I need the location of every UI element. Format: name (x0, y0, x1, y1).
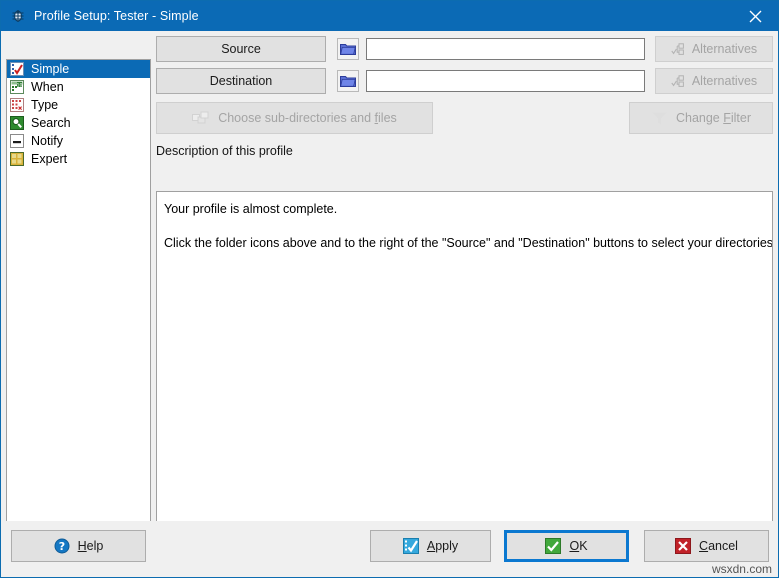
watermark: wsxdn.com (711, 562, 772, 576)
destination-button-label: Destination (209, 74, 273, 88)
sidebar-item-label: When (31, 80, 64, 94)
dialog-footer: ? Help Apply OK Cancel wsxdn.com (1, 521, 778, 577)
sidebar-item-simple[interactable]: Simple (7, 60, 150, 78)
destination-button[interactable]: Destination (156, 68, 326, 94)
destination-path-input[interactable] (366, 70, 645, 92)
profile-setup-window: Profile Setup: Tester - Simple Simple 10… (0, 0, 779, 578)
window-title: Profile Setup: Tester - Simple (34, 9, 199, 23)
choose-subdirectories-button[interactable]: Choose sub-directories and files (156, 102, 433, 134)
sidebar-item-label: Type (31, 98, 59, 112)
description-panel: Your profile is almost complete. Click t… (156, 191, 773, 553)
apply-icon (402, 538, 419, 554)
title-bar: Profile Setup: Tester - Simple (1, 1, 778, 31)
destination-alternatives-button[interactable]: Alternatives (655, 68, 773, 94)
description-label: Description of this profile (156, 144, 293, 158)
sidebar-item-type[interactable]: Type (7, 96, 150, 114)
apply-button[interactable]: Apply (370, 530, 491, 562)
main-content: Source Alternatives Destination Alternat… (156, 36, 773, 553)
source-folder-button[interactable] (337, 38, 359, 60)
destination-folder-button[interactable] (337, 70, 359, 92)
change-filter-label: Change Filter (675, 111, 752, 125)
funnel-icon (651, 111, 668, 126)
apply-label: Apply (426, 539, 459, 553)
alternatives-icon (671, 74, 686, 88)
change-filter-button[interactable]: Change Filter (629, 102, 773, 134)
expert-grid-icon (10, 152, 24, 166)
source-button[interactable]: Source (156, 36, 326, 62)
sidebar-item-label: Search (31, 116, 71, 130)
source-path-input[interactable] (366, 38, 645, 60)
calendar-icon: 10 (10, 80, 24, 94)
close-icon[interactable] (732, 1, 778, 31)
category-list[interactable]: Simple 10 When Type Search Notify Expert (6, 59, 151, 553)
description-line-1: Your profile is almost complete. (164, 202, 338, 216)
help-label: Help (77, 539, 104, 553)
cancel-button[interactable]: Cancel (644, 530, 769, 562)
cancel-label: Cancel (699, 539, 738, 553)
cancel-x-icon (675, 538, 692, 554)
help-icon: ? (54, 538, 70, 554)
sidebar-item-search[interactable]: Search (7, 114, 150, 132)
source-row: Source Alternatives (156, 36, 773, 62)
choose-filter-row: Choose sub-directories and files Change … (156, 102, 773, 134)
magnifier-icon (10, 116, 24, 130)
help-button[interactable]: ? Help (11, 530, 146, 562)
bug-icon (10, 8, 26, 24)
ok-button[interactable]: OK (504, 530, 629, 562)
destination-row: Destination Alternatives (156, 68, 773, 94)
ok-check-icon (545, 538, 562, 554)
type-grid-icon (10, 98, 24, 112)
simple-icon (10, 62, 24, 76)
sidebar-item-expert[interactable]: Expert (7, 150, 150, 168)
dialog-body: Simple 10 When Type Search Notify Expert… (1, 31, 778, 553)
ok-label: OK (569, 539, 588, 553)
source-alternatives-label: Alternatives (691, 42, 758, 56)
notify-icon (10, 134, 24, 148)
sidebar-item-label: Notify (31, 134, 63, 148)
destination-alternatives-label: Alternatives (691, 74, 758, 88)
folders-icon (192, 111, 210, 126)
description-line-2: Click the folder icons above and to the … (164, 236, 773, 250)
svg-text:10: 10 (17, 82, 23, 88)
folder-icon (340, 42, 356, 56)
source-button-label: Source (221, 42, 261, 56)
choose-subdirectories-label: Choose sub-directories and files (218, 111, 397, 125)
sidebar-item-notify[interactable]: Notify (7, 132, 150, 150)
sidebar-item-label: Simple (31, 62, 70, 76)
sidebar-item-label: Expert (31, 152, 68, 166)
svg-text:?: ? (58, 540, 64, 553)
folder-icon (340, 74, 356, 88)
sidebar-item-when[interactable]: 10 When (7, 78, 150, 96)
source-alternatives-button[interactable]: Alternatives (655, 36, 773, 62)
alternatives-icon (671, 42, 686, 56)
